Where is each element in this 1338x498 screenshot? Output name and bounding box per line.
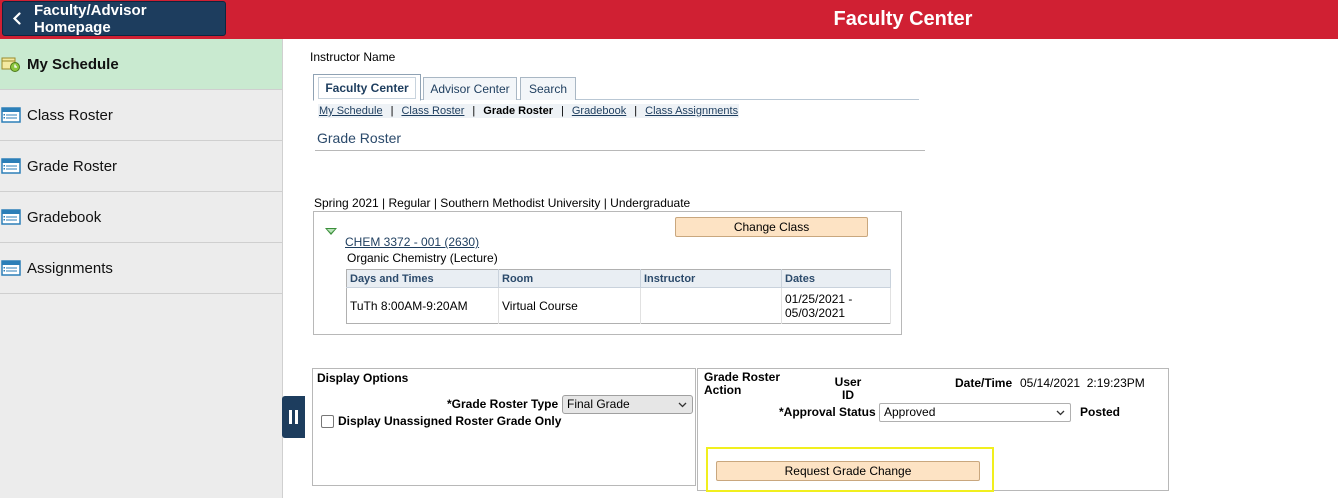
unassigned-roster-checkbox[interactable] [321, 414, 334, 428]
tab-search[interactable]: Search [520, 77, 576, 100]
approval-status-select[interactable]: Approved [879, 403, 1071, 422]
table-header-row: Days and Times Room Instructor Dates [346, 269, 891, 288]
sidebar-item-label: Grade Roster [27, 157, 118, 175]
tab-label: Advisor Center [430, 82, 510, 96]
sidebar-item-assignments[interactable]: Assignments [0, 243, 282, 294]
tab-label: Search [528, 82, 568, 96]
column-header-days-times: Days and Times [346, 269, 499, 288]
sidebar: My Schedule Class Roster Grade Roster Gr… [0, 39, 283, 498]
sidebar-item-label: Gradebook [27, 208, 102, 226]
dates-start: 01/25/2021 - [785, 291, 853, 306]
roster-icon [1, 208, 21, 226]
grade-roster-type-value: Final Grade [567, 397, 630, 411]
display-options-box: Display Options *Grade Roster Type Final… [312, 368, 696, 486]
column-header-instructor: Instructor [640, 269, 782, 288]
roster-icon [1, 106, 21, 124]
request-grade-change-button[interactable]: Request Grade Change [716, 461, 980, 481]
class-title: Organic Chemistry (Lecture) [347, 251, 498, 265]
schedule-icon [1, 55, 21, 73]
subnav-class-roster[interactable]: Class Roster [401, 105, 464, 117]
term-info: Spring 2021 | Regular | Southern Methodi… [314, 196, 691, 210]
dates-end: 05/03/2021 [785, 305, 846, 320]
sidebar-item-gradebook[interactable]: Gradebook [0, 192, 282, 243]
chevron-down-icon [1056, 408, 1065, 417]
subnav-separator: | [560, 105, 564, 117]
sidebar-item-grade-roster[interactable]: Grade Roster [0, 141, 282, 192]
app-title: Faculty Center [833, 8, 973, 30]
datetime-label: Date/Time [955, 376, 1013, 390]
faculty-advisor-homepage-button[interactable]: Faculty/Advisor Homepage [2, 1, 226, 36]
column-header-dates: Dates [781, 269, 891, 288]
top-header-bar: Faculty/Advisor Homepage Faculty Center [0, 0, 1338, 39]
pause-bar-icon [289, 410, 292, 424]
approval-status-label: *Approval Status [779, 405, 876, 419]
subnav-separator: | [390, 105, 394, 117]
home-button-label: Faculty/Advisor Homepage [34, 1, 147, 36]
subnav-my-schedule[interactable]: My Schedule [319, 105, 383, 117]
class-info-box: Change Class CHEM 3372 - 001 (2630) Orga… [313, 211, 902, 335]
subnav-gradebook[interactable]: Gradebook [572, 105, 626, 117]
class-link[interactable]: CHEM 3372 - 001 (2630) [345, 235, 479, 249]
subnav-separator: | [472, 105, 476, 117]
sidebar-item-label: My Schedule [27, 55, 119, 73]
cell-dates: 01/25/2021 - 05/03/2021 [781, 287, 891, 324]
sidebar-item-label: Assignments [27, 259, 113, 277]
unassigned-roster-option: Display Unassigned Roster Grade Only [321, 414, 561, 428]
meeting-table: Days and Times Room Instructor Dates TuT… [346, 269, 891, 324]
pause-bar-icon [295, 410, 298, 424]
sidebar-item-class-roster[interactable]: Class Roster [0, 90, 282, 141]
change-class-button[interactable]: Change Class [675, 217, 868, 237]
tab-faculty-center[interactable]: Faculty Center [313, 74, 421, 101]
heading-divider [315, 150, 925, 151]
subnav-grade-roster-current: Grade Roster [483, 105, 553, 117]
user-id-line: ID [842, 388, 854, 402]
sub-navigation: My Schedule | Class Roster | Grade Roste… [318, 104, 740, 118]
expand-triangle-icon[interactable] [325, 228, 337, 235]
user-id-label: User ID [828, 376, 868, 402]
subnav-class-assignments[interactable]: Class Assignments [645, 105, 738, 117]
sidebar-item-label: Class Roster [27, 106, 113, 124]
column-header-room: Room [498, 269, 641, 288]
tab-advisor-center[interactable]: Advisor Center [423, 77, 517, 100]
roster-icon [1, 259, 21, 277]
sidebar-item-my-schedule[interactable]: My Schedule [0, 39, 282, 90]
table-row: TuTh 8:00AM-9:20AM Virtual Course 01/25/… [346, 287, 891, 324]
approval-status-value: Approved [884, 405, 936, 419]
unassigned-roster-label: Display Unassigned Roster Grade Only [338, 414, 562, 428]
subnav-separator: | [634, 105, 638, 117]
instructor-name-label: Instructor Name [310, 50, 396, 64]
datetime-value: 05/14/2021 2:19:23PM [1020, 376, 1145, 390]
action-title-line: Action [704, 383, 742, 397]
cell-instructor [640, 287, 782, 324]
page-title: Grade Roster [317, 130, 402, 146]
tab-label: Faculty Center [318, 76, 416, 99]
sidebar-collapse-handle[interactable] [282, 396, 305, 438]
tab-bar: Faculty Center Advisor Center Search [313, 74, 919, 101]
chevron-down-icon [678, 400, 687, 409]
grade-roster-action-title: Grade Roster Action [704, 371, 794, 397]
roster-icon [1, 157, 21, 175]
chevron-left-icon [11, 12, 24, 25]
cell-room: Virtual Course [498, 287, 641, 324]
display-options-title: Display Options [317, 371, 409, 385]
grade-roster-type-label: *Grade Roster Type [447, 397, 559, 411]
grade-roster-type-select[interactable]: Final Grade [562, 395, 693, 414]
cell-days-times: TuTh 8:00AM-9:20AM [346, 287, 499, 324]
posted-status: Posted [1080, 405, 1121, 419]
